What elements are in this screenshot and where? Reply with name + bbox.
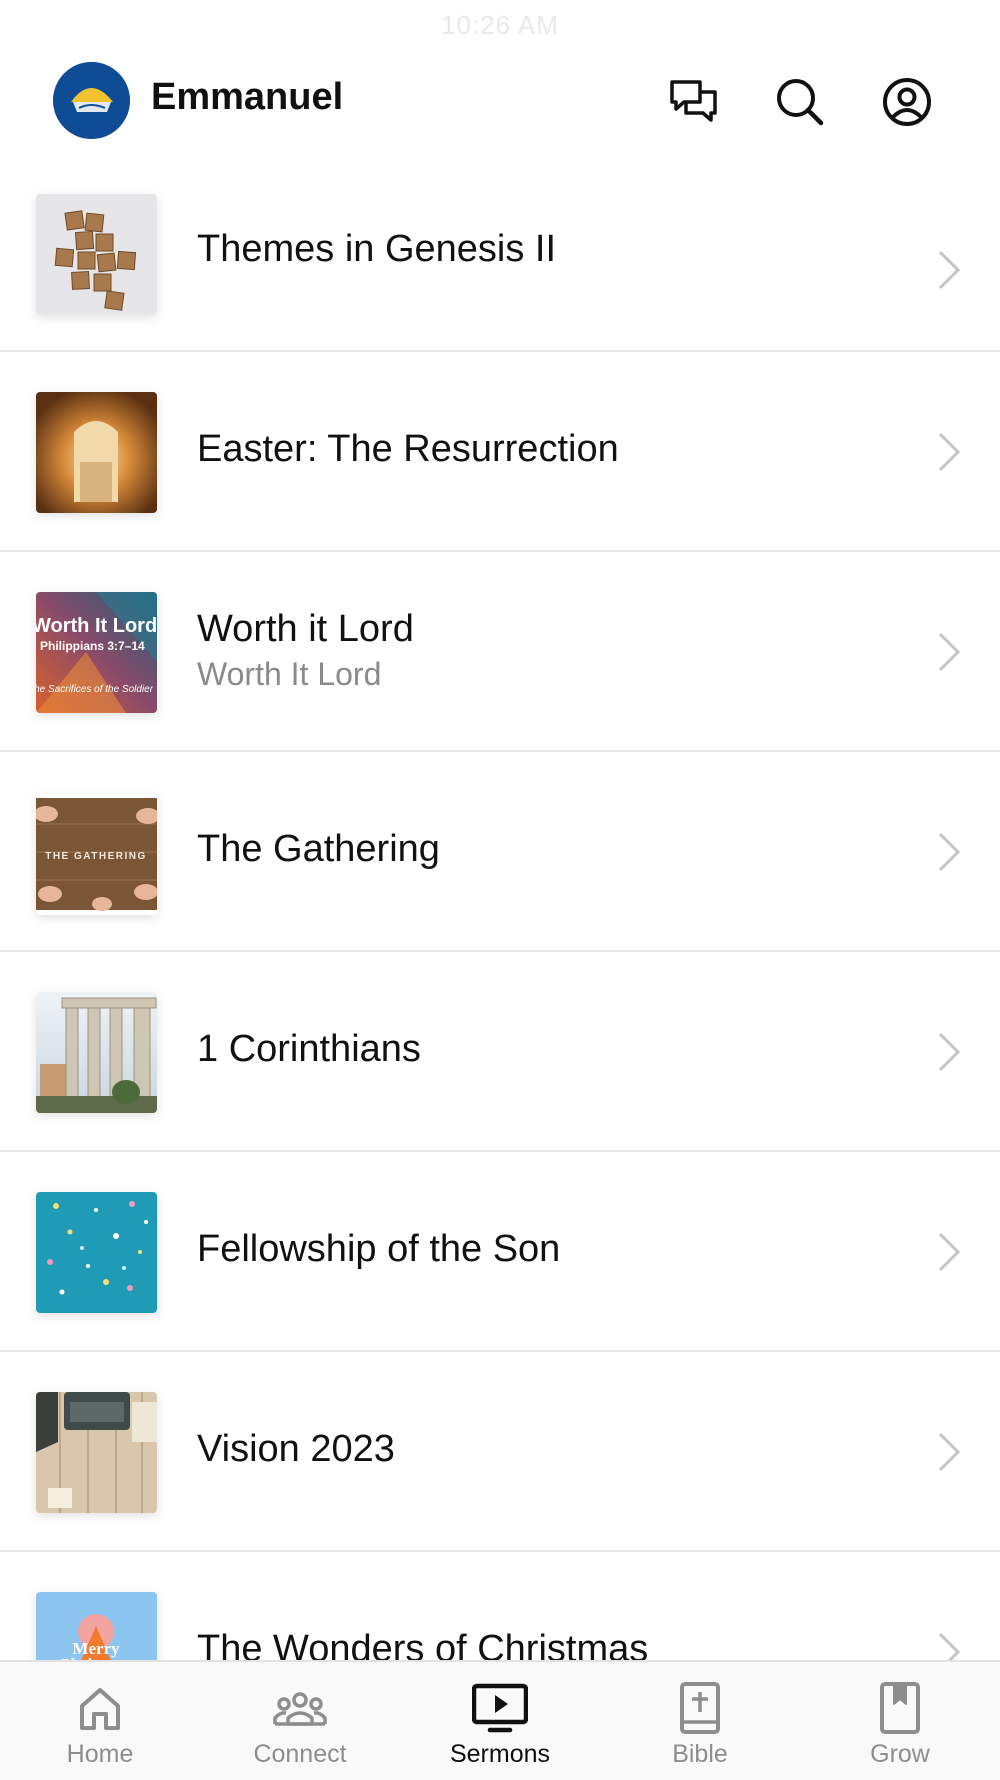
tab-home[interactable]: Home <box>0 1662 200 1780</box>
home-icon <box>72 1680 128 1736</box>
sermon-list: Themes in Genesis II Easter: The Resurre… <box>0 190 1000 1752</box>
tab-bible[interactable]: Bible <box>600 1662 800 1780</box>
sermon-title: 1 Corinthians <box>197 1028 421 1070</box>
thumb-text: The Sacrifices of the Soldier <box>36 684 154 695</box>
list-item[interactable]: THE GATHERING The Gathering <box>0 752 1000 952</box>
tab-connect[interactable]: Connect <box>200 1662 400 1780</box>
sermon-title: Themes in Genesis II <box>197 228 557 270</box>
sermon-title: Easter: The Resurrection <box>197 428 619 470</box>
sermon-thumbnail: THE GATHERING <box>36 794 157 915</box>
app-title: Emmanuel <box>151 76 344 118</box>
chevron-right-icon <box>934 248 964 292</box>
sermon-thumbnail <box>36 1392 157 1513</box>
list-item[interactable]: Fellowship of the Son <box>0 1152 1000 1352</box>
sermon-thumbnail <box>36 1192 157 1313</box>
chevron-right-icon <box>934 630 964 674</box>
list-item[interactable]: Vision 2023 <box>0 1352 1000 1552</box>
chevron-right-icon <box>934 830 964 874</box>
list-item[interactable]: 1 Corinthians <box>0 952 1000 1152</box>
thumb-text: Worth It Lord <box>36 615 157 637</box>
sermon-title: Worth it Lord <box>197 608 414 650</box>
sermon-thumbnail: Worth It Lord Philippians 3:7–14 The Sac… <box>36 592 157 713</box>
bookmark-book-icon <box>872 1680 928 1736</box>
sermon-thumbnail <box>36 392 157 513</box>
tv-play-icon <box>471 1680 529 1736</box>
list-item[interactable]: Worth It Lord Philippians 3:7–14 The Sac… <box>0 552 1000 752</box>
profile-icon[interactable] <box>881 76 933 128</box>
tab-sermons[interactable]: Sermons <box>400 1662 600 1780</box>
sermon-title: Fellowship of the Son <box>197 1228 561 1270</box>
app-header: Emmanuel <box>0 62 1000 142</box>
chevron-right-icon <box>934 1430 964 1474</box>
tab-label: Grow <box>870 1740 930 1768</box>
church-logo[interactable] <box>53 62 130 139</box>
list-item[interactable]: Themes in Genesis II <box>0 190 1000 352</box>
sermon-title: The Gathering <box>197 828 440 870</box>
tab-label: Connect <box>253 1740 347 1768</box>
people-icon <box>272 1680 328 1736</box>
sermon-thumbnail <box>36 194 157 315</box>
list-item[interactable]: Easter: The Resurrection <box>0 352 1000 552</box>
thumb-text: Philippians 3:7–14 <box>40 639 145 653</box>
search-icon[interactable] <box>774 76 826 128</box>
tab-label: Home <box>66 1740 134 1768</box>
sermon-subtitle: Worth It Lord <box>197 656 382 692</box>
chevron-right-icon <box>934 1230 964 1274</box>
tab-label: Bible <box>672 1740 728 1768</box>
chevron-right-icon <box>934 430 964 474</box>
bible-icon <box>672 1680 728 1736</box>
status-time: 10:26 AM <box>441 10 559 40</box>
chevron-right-icon <box>934 1030 964 1074</box>
chat-icon[interactable] <box>668 76 720 128</box>
tab-label: Sermons <box>449 1740 551 1768</box>
thumb-text: THE GATHERING <box>45 851 147 862</box>
tab-grow[interactable]: Grow <box>800 1662 1000 1780</box>
tab-bar: Home Connect Sermons Bible Grow <box>0 1660 1000 1780</box>
sermon-title: Vision 2023 <box>197 1428 395 1470</box>
sermon-thumbnail <box>36 992 157 1113</box>
